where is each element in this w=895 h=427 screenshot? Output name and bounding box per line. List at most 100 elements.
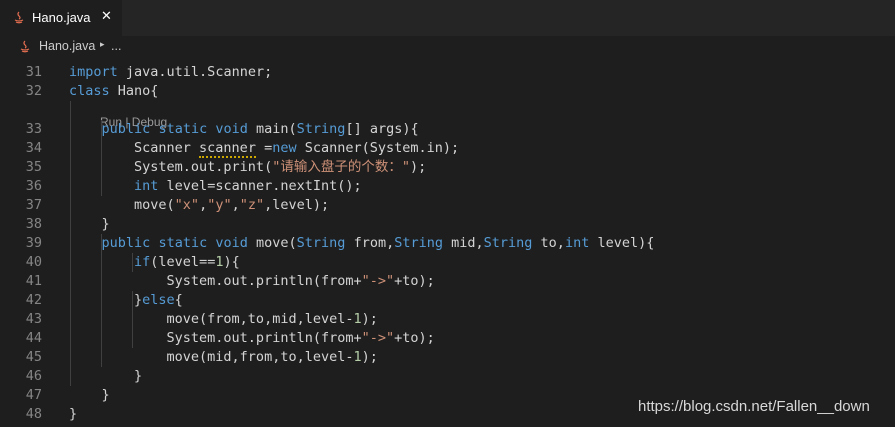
code-text: } <box>69 386 110 405</box>
line-number: 37 <box>25 197 42 213</box>
code-text: */ <box>69 58 85 61</box>
chevron-right-icon: ▸ <box>100 40 105 50</box>
code-token: , <box>199 197 208 213</box>
indent-guide <box>70 101 71 386</box>
line-number: 44 <box>25 330 42 346</box>
code-token: +to); <box>394 330 435 346</box>
code-token: Hano{ <box>109 83 159 99</box>
code-token: void <box>215 235 248 251</box>
close-icon[interactable]: ✕ <box>101 9 112 24</box>
line-number: 31 <box>25 64 42 80</box>
code-token: if <box>134 254 151 270</box>
code-line: 44 System.out.println(from+"->"+to); <box>0 329 895 348</box>
code-text: } <box>69 405 77 424</box>
code-token: ); <box>361 349 378 365</box>
code-line: 33 public static void main(String[] args… <box>0 120 895 139</box>
line-number: 41 <box>25 273 42 289</box>
code-text: System.out.println(from+"->"+to); <box>69 272 435 291</box>
tab-title: Hano.java <box>32 10 91 25</box>
code-token: { <box>174 292 183 308</box>
code-token: (level== <box>150 254 216 270</box>
line-number: 40 <box>25 254 42 270</box>
breadcrumb-file[interactable]: Hano.java <box>39 39 95 53</box>
indent-guide <box>132 291 133 348</box>
code-text: }else{ <box>69 291 183 310</box>
code-line: 42 }else{ <box>0 291 895 310</box>
code-text: import java.util.Scanner; <box>69 63 272 82</box>
code-token: level){ <box>589 235 655 251</box>
code-line: 40 if(level==1){ <box>0 253 895 272</box>
code-text: System.out.println(from+"->"+to); <box>69 329 435 348</box>
code-text: move(mid,from,to,level-1); <box>69 348 378 367</box>
code-line: 30 */ <box>0 58 895 61</box>
code-token: int <box>134 178 159 194</box>
code-line: 38 } <box>0 215 895 234</box>
code-token: move( <box>69 197 175 213</box>
warning-squiggle: scanner <box>199 140 256 158</box>
line-number: 47 <box>25 387 42 403</box>
line-number: 43 <box>25 311 42 327</box>
code-token: 1 <box>353 349 362 365</box>
code-token: "y" <box>207 197 232 213</box>
code-token: public <box>101 121 151 137</box>
code-line: 37 move("x","y","z",level); <box>0 196 895 215</box>
line-number: 38 <box>25 216 42 232</box>
code-token: main( <box>247 121 297 137</box>
code-token: public <box>101 235 151 251</box>
tab-hano-java[interactable]: Hano.java ✕ <box>0 0 122 36</box>
code-token: , <box>231 197 240 213</box>
code-token: class <box>69 83 110 99</box>
line-number: 33 <box>25 121 42 137</box>
code-text: } <box>69 215 110 234</box>
code-token: ); <box>361 311 378 327</box>
code-text: if(level==1){ <box>69 253 240 272</box>
code-text: int level=scanner.nextInt(); <box>69 177 362 196</box>
line-number: 48 <box>25 406 42 422</box>
code-token: Scanner(System.in); <box>296 140 460 156</box>
java-icon <box>14 11 24 24</box>
line-number: 34 <box>25 140 42 156</box>
code-token: Scanner <box>69 140 200 156</box>
code-token: } <box>69 368 143 384</box>
indent-guide <box>132 253 133 272</box>
code-token: "->" <box>361 273 395 289</box>
code-text: public static void main(String[] args){ <box>69 120 419 139</box>
line-number: 35 <box>25 159 42 175</box>
breadcrumb: Hano.java ▸ ... <box>0 36 895 58</box>
breadcrumb-more[interactable]: ... <box>111 39 121 53</box>
code-token: move(from,to,mid,level- <box>69 311 354 327</box>
code-text: } <box>69 367 142 386</box>
code-token: import <box>69 64 118 80</box>
code-token: "请输入盘子的个数：" <box>272 159 410 175</box>
code-token: "z" <box>239 197 265 213</box>
code-text: move("x","y","z",level); <box>69 196 329 215</box>
code-token: */ <box>69 58 85 59</box>
code-token: String <box>483 235 533 251</box>
code-line: 34 Scanner scanner =new Scanner(System.i… <box>0 139 895 158</box>
code-token: int <box>564 235 590 251</box>
line-number: 36 <box>25 178 42 194</box>
code-editor[interactable]: 30 */ 31 import java.util.Scanner; 32 class H… <box>0 58 895 427</box>
code-token: new <box>272 140 297 156</box>
code-text: System.out.print("请输入盘子的个数："); <box>69 158 426 177</box>
code-token: System.out.println(from+ <box>69 330 362 346</box>
code-token: move(mid,from,to,level- <box>69 349 354 365</box>
code-line: 36 int level=scanner.nextInt(); <box>0 177 895 196</box>
code-token: String <box>296 121 346 137</box>
code-token: "x" <box>174 197 200 213</box>
java-icon <box>20 40 30 53</box>
code-token: move( <box>247 235 297 251</box>
code-token: ,level); <box>264 197 330 213</box>
tab-bar: Hano.java ✕ <box>0 0 895 36</box>
code-line: 35 System.out.print("请输入盘子的个数："); <box>0 158 895 177</box>
code-text: Scanner scanner =new Scanner(System.in); <box>69 139 459 158</box>
line-number: 45 <box>25 349 42 365</box>
code-token: from, <box>345 235 395 251</box>
code-token: mid, <box>443 235 484 251</box>
line-number: 32 <box>25 83 42 99</box>
line-number: 30 <box>0 58 42 61</box>
line-number: 39 <box>25 235 42 251</box>
code-token: void <box>215 121 248 137</box>
code-line: 31 import java.util.Scanner; <box>0 63 895 82</box>
